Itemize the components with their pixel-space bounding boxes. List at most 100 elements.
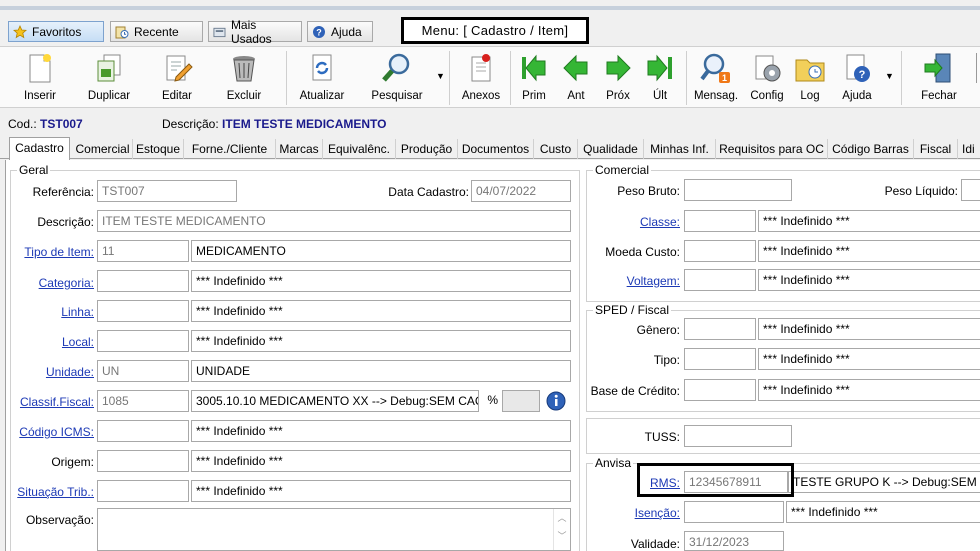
- situacao-trib-code[interactable]: [97, 480, 189, 502]
- window-top-strip: [0, 0, 980, 18]
- atualizar-button[interactable]: Atualizar: [295, 49, 349, 107]
- percent-field[interactable]: [502, 390, 540, 412]
- tab-equivalenc[interactable]: Equivalênc.: [323, 139, 396, 159]
- tab-requisitos-oc[interactable]: Requisitos para OC: [716, 139, 828, 159]
- origem-code[interactable]: [97, 450, 189, 472]
- pesquisar-button[interactable]: Pesquisar: [367, 49, 427, 107]
- recente-button[interactable]: Recente: [110, 21, 203, 42]
- mensag-button[interactable]: 1 Mensag.: [690, 49, 742, 107]
- prox-button[interactable]: Próx: [600, 49, 636, 107]
- descricao-label: Descrição:: [37, 215, 94, 229]
- tab-producao[interactable]: Produção: [396, 139, 458, 159]
- moeda-custo-code[interactable]: [684, 240, 756, 262]
- tipo-item-code[interactable]: 11: [97, 240, 189, 262]
- peso-liquido-field[interactable]: [961, 179, 980, 201]
- voltagem-link[interactable]: Voltagem:: [586, 274, 680, 288]
- tab-marcas[interactable]: Marcas: [276, 139, 323, 159]
- tab-custo[interactable]: Custo: [534, 139, 578, 159]
- duplicar-label: Duplicar: [87, 90, 131, 102]
- base-credito-code[interactable]: [684, 379, 756, 401]
- anexos-label: Anexos: [461, 90, 501, 102]
- classe-code[interactable]: [684, 210, 756, 232]
- favoritos-button[interactable]: Favoritos: [8, 21, 104, 42]
- ajuda-nav-button[interactable]: ? Ajuda: [307, 21, 373, 42]
- tipo-item-desc: MEDICAMENTO: [191, 240, 571, 262]
- data-cadastro-field[interactable]: 04/07/2022: [471, 180, 571, 202]
- local-code[interactable]: [97, 330, 189, 352]
- anexos-button[interactable]: Anexos: [458, 49, 504, 107]
- inserir-label: Inserir: [24, 90, 56, 102]
- toolbar-separator: [686, 51, 687, 105]
- last-record-icon: [647, 54, 672, 82]
- tab-estoque[interactable]: Estoque: [133, 139, 184, 159]
- tab-cadastro[interactable]: Cadastro: [9, 137, 70, 160]
- editar-button[interactable]: Editar: [154, 49, 200, 107]
- tab-minhas-inf[interactable]: Minhas Inf.: [644, 139, 716, 159]
- ant-button[interactable]: Ant: [558, 49, 594, 107]
- data-cadastro-label: Data Cadastro:: [388, 185, 469, 199]
- peso-bruto-label: Peso Bruto:: [617, 184, 680, 198]
- unidade-desc: UNIDADE: [191, 360, 571, 382]
- prim-button[interactable]: Prim: [514, 49, 554, 107]
- duplicar-button[interactable]: Duplicar: [84, 49, 134, 107]
- tab-idiomas[interactable]: Idi: [958, 139, 980, 159]
- tab-fiscal[interactable]: Fiscal: [914, 139, 958, 159]
- observacao-scrollbar[interactable]: ︿ ﹀: [553, 509, 570, 550]
- peso-bruto-field[interactable]: [684, 179, 792, 201]
- classif-fiscal-link[interactable]: Classif.Fiscal:: [10, 395, 94, 409]
- percent-label: %: [487, 393, 498, 407]
- codigo-icms-code[interactable]: [97, 420, 189, 442]
- sped-title: SPED / Fiscal: [593, 303, 672, 317]
- tab-documentos[interactable]: Documentos: [458, 139, 534, 159]
- linha-link[interactable]: Linha:: [10, 305, 94, 319]
- mais-usados-button[interactable]: Mais Usados: [208, 18, 302, 46]
- tab-qualidade[interactable]: Qualidade: [578, 139, 644, 159]
- situacao-trib-link[interactable]: Situação Trib.:: [10, 485, 94, 499]
- classe-link[interactable]: Classe:: [586, 215, 680, 229]
- log-button[interactable]: Log: [790, 49, 830, 107]
- gear-icon: [755, 55, 781, 82]
- isencao-code[interactable]: [684, 501, 784, 523]
- desc-label: Descrição:: [162, 117, 219, 131]
- classif-fiscal-code[interactable]: 1085: [97, 390, 189, 412]
- local-link[interactable]: Local:: [10, 335, 94, 349]
- most-used-icon: [213, 27, 226, 37]
- descricao-field[interactable]: ITEM TESTE MEDICAMENTO: [97, 210, 571, 232]
- fechar-button[interactable]: Fechar: [916, 49, 962, 107]
- fechar-label: Fechar: [921, 90, 957, 102]
- inserir-button[interactable]: Inserir: [18, 49, 62, 107]
- unidade-code[interactable]: UN: [97, 360, 189, 382]
- categoria-code[interactable]: [97, 270, 189, 292]
- tab-forne-cliente[interactable]: Forne./Cliente: [184, 139, 276, 159]
- isencao-link[interactable]: Isenção:: [586, 506, 680, 520]
- sped-tipo-code[interactable]: [684, 348, 756, 370]
- ajuda-button[interactable]: ? Ajuda: [834, 49, 880, 107]
- tipo-item-link[interactable]: Tipo de Item:: [10, 245, 94, 259]
- genero-code[interactable]: [684, 318, 756, 340]
- origem-desc: *** Indefinido ***: [191, 450, 571, 472]
- referencia-field[interactable]: TST007: [97, 180, 237, 202]
- codigo-icms-link[interactable]: Código ICMS:: [10, 425, 94, 439]
- excluir-button[interactable]: Excluir: [220, 49, 268, 107]
- info-icon[interactable]: [545, 390, 567, 412]
- attachment-icon: [471, 54, 491, 82]
- moeda-custo-label: Moeda Custo:: [605, 245, 680, 259]
- categoria-link[interactable]: Categoria:: [10, 276, 94, 290]
- tab-comercial[interactable]: Comercial: [73, 139, 133, 159]
- pesquisar-dropdown-icon[interactable]: ▼: [436, 71, 445, 81]
- ult-button[interactable]: Últ: [642, 49, 678, 107]
- voltagem-code[interactable]: [684, 269, 756, 291]
- toolbar-separator: [901, 51, 902, 105]
- linha-code[interactable]: [97, 300, 189, 322]
- top-divider: [0, 6, 980, 10]
- unidade-link[interactable]: Unidade:: [10, 365, 94, 379]
- cod-label: Cod.:: [8, 117, 37, 131]
- config-button[interactable]: Config: [746, 49, 788, 107]
- tab-codigo-barras[interactable]: Código Barras: [828, 139, 914, 159]
- tuss-field[interactable]: [684, 425, 792, 447]
- ajuda-dropdown-icon[interactable]: ▼: [885, 71, 894, 81]
- geral-title: Geral: [17, 163, 51, 177]
- observacao-textarea[interactable]: ︿ ﹀: [97, 508, 571, 551]
- validade-field[interactable]: 31/12/2023: [684, 531, 784, 551]
- cod-value: TST007: [40, 117, 83, 131]
